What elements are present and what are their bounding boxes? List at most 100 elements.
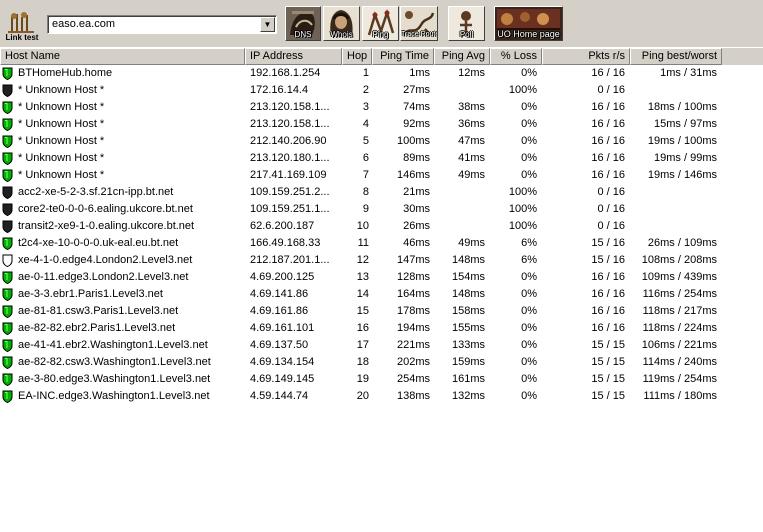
col-ping-time[interactable]: Ping Time: [372, 48, 434, 65]
pkts-cell: 15 / 15: [591, 339, 625, 351]
ping-best-worst-cell: [630, 201, 717, 218]
ping-time-cell: 147ms: [396, 254, 430, 266]
table-row[interactable]: * Unknown Host * 172.16.14.4 2 27ms 100% 0 / …: [0, 82, 763, 99]
table-row[interactable]: t2c4-xe-10-0-0-0.uk-eal.eu.bt.net 166.49.…: [0, 235, 763, 252]
ping-best-worst-cell: 106ms / 221ms: [641, 339, 717, 351]
ping-time-cell: 89ms: [403, 152, 430, 164]
pkts-cell: 15 / 15: [591, 373, 625, 385]
col-hop[interactable]: Hop: [342, 48, 372, 65]
ping-time-cell: 26ms: [403, 220, 430, 232]
ping-time-cell: 178ms: [396, 305, 430, 317]
pkts-cell: 16 / 16: [591, 322, 625, 334]
hop-cell: 4: [362, 118, 369, 130]
host-name-cell: ae-81-81.csw3.Paris1.Level3.net: [18, 305, 179, 317]
loss-cell: 0%: [521, 339, 537, 351]
col-loss[interactable]: % Loss: [490, 48, 542, 65]
ping-best-worst-cell: 116ms / 254ms: [642, 288, 717, 300]
col-ping-best-worst[interactable]: Ping best/worst: [630, 48, 722, 65]
ping-time-cell: 221ms: [396, 339, 430, 351]
ip-address-cell: 213.120.180.1...: [250, 152, 330, 164]
table-row[interactable]: ae-0-11.edge3.London2.Level3.net 4.69.200…: [0, 269, 763, 286]
ping-button[interactable]: Ping: [362, 6, 399, 41]
ping-avg-cell: [434, 218, 485, 235]
ping-best-worst-cell: 118ms / 217ms: [642, 305, 717, 317]
col-ip-address[interactable]: IP Address: [245, 48, 342, 65]
table-row[interactable]: * Unknown Host * 213.120.158.1... 3 74ms 38m…: [0, 99, 763, 116]
col-pkts[interactable]: Pkts r/s: [542, 48, 630, 65]
col-host-name[interactable]: Host Name: [0, 48, 245, 65]
hop-cell: 7: [362, 169, 369, 181]
ping-time-cell: 30ms: [403, 203, 430, 215]
status-ok-icon: [2, 271, 13, 284]
trace-route-button[interactable]: Trace Route: [400, 6, 438, 41]
ping-avg-cell: 148ms: [451, 288, 485, 300]
status-ok-icon: [2, 67, 13, 80]
status-no-reply-icon: [2, 84, 13, 97]
uo-home-page-label: UO Home page: [497, 29, 560, 39]
ping-time-cell: 128ms: [396, 271, 430, 283]
ip-address-cell: 172.16.14.4: [250, 84, 309, 96]
loss-cell: 0%: [521, 356, 537, 368]
address-combobox[interactable]: easo.ea.com ▼: [47, 15, 277, 34]
ping-avg-cell: 133ms: [451, 339, 485, 351]
results-table: Host Name IP Address Hop Ping Time Ping …: [0, 48, 763, 405]
link-test-button[interactable]: Link test: [4, 8, 40, 42]
loss-cell: 0%: [521, 288, 537, 300]
table-row[interactable]: ae-41-41.ebr2.Washington1.Level3.net 4.69…: [0, 337, 763, 354]
ping-best-worst-cell: 19ms / 100ms: [647, 135, 717, 147]
table-row[interactable]: ae-3-80.edge3.Washington1.Level3.net 4.69…: [0, 371, 763, 388]
loss-cell: 0%: [521, 390, 537, 402]
whois-button[interactable]: Whois: [323, 6, 360, 41]
ping-best-worst-cell: [630, 184, 717, 201]
loss-cell: 0%: [521, 152, 537, 164]
table-row[interactable]: * Unknown Host * 213.120.180.1... 6 89ms 41m…: [0, 150, 763, 167]
table-row[interactable]: xe-4-1-0.edge4.London2.Level3.net 212.187…: [0, 252, 763, 269]
ping-time-cell: 92ms: [403, 118, 430, 130]
dns-button[interactable]: DNS: [285, 6, 321, 41]
ping-best-worst-cell: 118ms / 224ms: [642, 322, 717, 334]
table-row[interactable]: ae-3-3.ebr1.Paris1.Level3.net 4.69.141.86…: [0, 286, 763, 303]
uo-home-page-button[interactable]: UO Home page: [494, 6, 563, 41]
chevron-down-icon[interactable]: ▼: [260, 17, 275, 32]
status-ok-icon: [2, 118, 13, 131]
hop-cell: 16: [356, 322, 369, 334]
status-ok-icon: [2, 390, 13, 403]
table-row[interactable]: ae-82-82.csw3.Washington1.Level3.net 4.69…: [0, 354, 763, 371]
ip-address-cell: 4.69.161.101: [250, 322, 315, 334]
loss-cell: 0%: [521, 322, 537, 334]
loss-cell: 0%: [521, 67, 537, 79]
ping-label: Ping: [372, 30, 389, 39]
table-row[interactable]: EA-INC.edge3.Washington1.Level3.net 4.59.…: [0, 388, 763, 405]
host-name-cell: ae-3-80.edge3.Washington1.Level3.net: [18, 373, 211, 385]
ping-avg-cell: 155ms: [451, 322, 485, 334]
hop-cell: 20: [356, 390, 369, 402]
table-row[interactable]: core2-te0-0-0-6.ealing.ukcore.bt.net 109.…: [0, 201, 763, 218]
loss-cell: 0%: [521, 305, 537, 317]
pkts-cell: 16 / 16: [591, 271, 625, 283]
host-name-cell: t2c4-xe-10-0-0-0.uk-eal.eu.bt.net: [18, 237, 179, 249]
hop-cell: 9: [362, 203, 369, 215]
ping-best-worst-cell: 108ms / 208ms: [641, 254, 717, 266]
pkts-cell: 16 / 16: [591, 288, 625, 300]
ip-address-cell: 4.59.144.74: [250, 390, 309, 402]
table-row[interactable]: ae-82-82.ebr2.Paris1.Level3.net 4.69.161.…: [0, 320, 763, 337]
table-row[interactable]: BTHomeHub.home 192.168.1.254 1 1ms 12ms 0% 16 …: [0, 65, 763, 82]
status-ok-icon: [2, 101, 13, 114]
table-row[interactable]: * Unknown Host * 213.120.158.1... 4 92ms 36m…: [0, 116, 763, 133]
loss-cell: 100%: [508, 186, 537, 198]
poll-button[interactable]: Poll: [448, 6, 485, 41]
col-ping-avg[interactable]: Ping Avg: [434, 48, 490, 65]
ping-time-cell: 164ms: [396, 288, 430, 300]
ping-avg-cell: [434, 201, 485, 218]
table-row[interactable]: * Unknown Host * 217.41.169.109 7 146ms 49ms…: [0, 167, 763, 184]
table-row[interactable]: ae-81-81.csw3.Paris1.Level3.net 4.69.161.…: [0, 303, 763, 320]
table-row[interactable]: transit2-xe9-1-0.ealing.ukcore.bt.net 62.…: [0, 218, 763, 235]
table-row[interactable]: acc2-xe-5-2-3.sf.21cn-ipp.bt.net 109.159.…: [0, 184, 763, 201]
table-row[interactable]: * Unknown Host * 212.140.206.90 5 100ms 47ms…: [0, 133, 763, 150]
pkts-cell: 16 / 16: [591, 118, 625, 130]
hop-cell: 10: [356, 220, 369, 232]
pkts-cell: 0 / 16: [597, 84, 625, 96]
ping-avg-cell: 154ms: [451, 271, 485, 283]
ping-avg-cell: 49ms: [458, 169, 485, 181]
pkts-cell: 16 / 16: [591, 67, 625, 79]
